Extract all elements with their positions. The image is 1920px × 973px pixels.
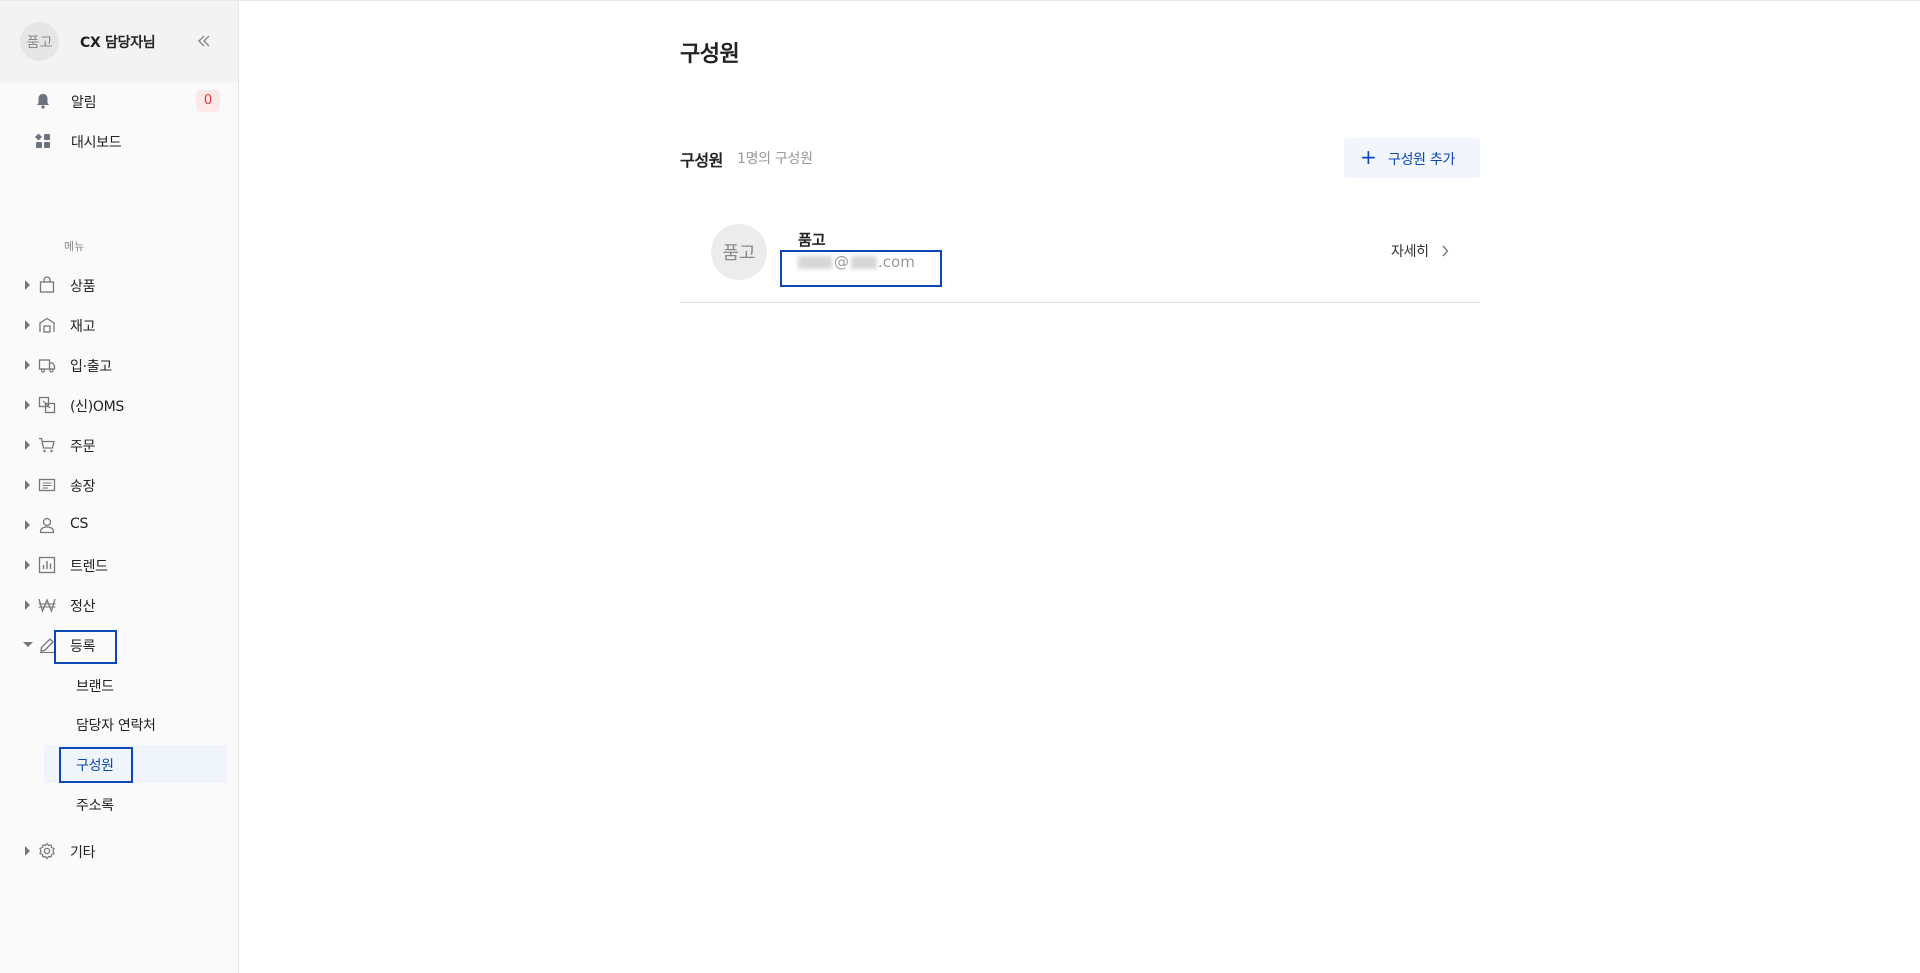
- sidebar-item-notifications[interactable]: 알림 0: [0, 81, 239, 121]
- menu-section-label: 메뉴: [64, 240, 85, 253]
- sidebar-subitem-members[interactable]: 구성원: [44, 745, 227, 783]
- sidebar-item-settlement[interactable]: 정산: [0, 586, 239, 624]
- sidebar-subitem-address-book[interactable]: 주소록: [44, 785, 227, 823]
- double-chevron-left-icon: [198, 35, 210, 47]
- sidebar-item-registration[interactable]: 등록: [0, 626, 239, 664]
- add-member-button[interactable]: + 구성원 추가: [1344, 138, 1480, 178]
- member-detail-link[interactable]: 자세히: [1391, 241, 1449, 261]
- caret-right-icon: [25, 520, 30, 530]
- sidebar-subitem-contacts[interactable]: 담당자 연락처: [44, 705, 227, 743]
- app-root: 품고 CX 담당자님 알림 0 대시보드 메뉴 상품 재고 입·출고 (신)OM…: [0, 0, 1920, 973]
- caret-right-icon: [25, 560, 30, 570]
- page-title: 구성원: [680, 42, 740, 67]
- sidebar-item-orders[interactable]: 주문: [0, 426, 239, 464]
- sidebar-item-label: 송장: [70, 479, 96, 495]
- caret-right-icon: [25, 480, 30, 490]
- profile-header: 품고 CX 담당자님: [0, 1, 238, 82]
- dashboard-icon: [35, 133, 50, 148]
- detail-label: 자세히: [1391, 244, 1429, 260]
- collapse-sidebar-button[interactable]: [193, 30, 215, 52]
- sidebar-item-trends[interactable]: 트렌드: [0, 546, 239, 584]
- notification-count-badge: 0: [196, 90, 220, 112]
- bell-icon: [37, 94, 49, 109]
- caret-right-icon: [25, 320, 30, 330]
- sidebar-item-products[interactable]: 상품: [0, 266, 239, 304]
- sidebar-item-label: 트렌드: [70, 559, 108, 575]
- sidebar-subitem-label: 구성원: [76, 758, 114, 774]
- member-count: 1명의 구성원: [737, 151, 813, 167]
- caret-right-icon: [25, 600, 30, 610]
- pencil-icon: [40, 638, 54, 654]
- cart-icon: [39, 437, 55, 453]
- chevron-right-icon: [1442, 245, 1449, 257]
- sidebar-item-invoices[interactable]: 송장: [0, 466, 239, 504]
- redacted-text: [851, 256, 877, 269]
- sidebar-item-label: 입·출고: [70, 359, 112, 375]
- sidebar-item-label: 주문: [70, 439, 96, 455]
- truck-icon: [38, 359, 56, 373]
- sidebar-item-oms[interactable]: (신)OMS: [0, 386, 239, 424]
- sidebar-item-inventory[interactable]: 재고: [0, 306, 239, 344]
- sidebar-subitem-label: 주소록: [76, 798, 114, 814]
- plus-icon: +: [1360, 145, 1377, 169]
- sidebar-item-label: 정산: [70, 599, 96, 615]
- gear-icon: [39, 842, 55, 860]
- add-member-label: 구성원 추가: [1388, 152, 1456, 168]
- sidebar-item-label: 상품: [70, 279, 96, 295]
- caret-down-icon: [23, 642, 33, 647]
- redacted-text: [798, 256, 832, 269]
- caret-right-icon: [25, 440, 30, 450]
- sidebar-item-inbound-outbound[interactable]: 입·출고: [0, 346, 239, 384]
- sidebar-item-etc[interactable]: 기타: [0, 832, 239, 870]
- sidebar-item-label: 등록: [70, 639, 96, 655]
- warehouse-icon: [39, 317, 55, 333]
- section-title: 구성원: [680, 151, 723, 170]
- oms-icon: [38, 396, 56, 414]
- sidebar-item-dashboard[interactable]: 대시보드: [0, 121, 239, 161]
- member-email: @ .com: [798, 253, 915, 271]
- sidebar-subitem-brand[interactable]: 브랜드: [44, 666, 227, 704]
- avatar: 품고: [711, 224, 767, 280]
- won-icon: [38, 598, 56, 613]
- sidebar-item-label: 대시보드: [71, 135, 122, 151]
- caret-right-icon: [25, 280, 30, 290]
- sidebar-item-label: 재고: [70, 319, 96, 335]
- member-name: 품고: [798, 231, 826, 249]
- sidebar-item-label: CS: [70, 516, 89, 532]
- member-row: 품고 품고 @ .com 자세히: [680, 207, 1480, 303]
- sidebar-item-label: (신)OMS: [70, 399, 124, 415]
- sidebar: 품고 CX 담당자님 알림 0 대시보드 메뉴 상품 재고 입·출고 (신)OM…: [0, 1, 239, 973]
- caret-right-icon: [25, 360, 30, 370]
- sidebar-item-cs[interactable]: CS: [0, 506, 239, 544]
- sidebar-subitem-label: 담당자 연락처: [76, 718, 156, 734]
- sidebar-item-label: 기타: [70, 845, 96, 861]
- email-domain: .com: [878, 253, 915, 271]
- sidebar-subitem-label: 브랜드: [76, 679, 114, 695]
- invoice-icon: [38, 478, 56, 492]
- profile-name: CX 담당자님: [80, 35, 156, 51]
- avatar: 품고: [20, 22, 59, 61]
- sidebar-item-label: 알림: [71, 95, 97, 111]
- email-at: @: [834, 253, 849, 271]
- chart-icon: [38, 556, 56, 574]
- caret-right-icon: [25, 400, 30, 410]
- caret-right-icon: [25, 846, 30, 856]
- person-icon: [39, 517, 55, 534]
- bag-icon: [39, 276, 55, 293]
